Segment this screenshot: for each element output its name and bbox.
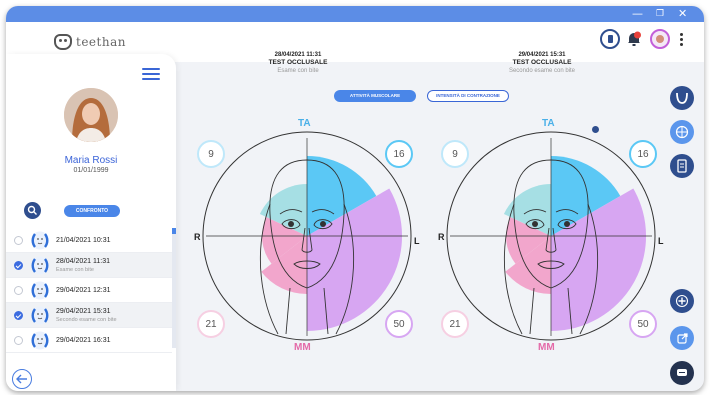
close-icon[interactable]: ✕ (678, 7, 687, 21)
add-icon (675, 294, 689, 308)
value-top-right: 16 (385, 140, 413, 168)
exam-checkbox[interactable] (14, 336, 23, 345)
patient-name: Maria Rossi (64, 155, 118, 166)
exam-date: 29/04/2021 15:31 (56, 308, 111, 315)
exam-date: 29/04/2021 12:31 (56, 287, 111, 294)
ta-label: TA (542, 118, 555, 129)
test-name: TEST OCCLUSALE (268, 59, 328, 66)
report-button[interactable] (670, 154, 694, 178)
arrow-left-icon (16, 374, 27, 384)
exam-date: 28/04/2021 11:31 (56, 258, 110, 265)
occlusion-icon (31, 231, 49, 250)
occlusion-icon (31, 256, 49, 275)
contraction-intensity-toggle[interactable]: INTENSITÀ DI CONTRAZIONE (427, 90, 509, 102)
teethan-logo-icon (54, 34, 72, 50)
occlusion-icon (31, 281, 49, 300)
left-side-label: L (658, 236, 664, 246)
compare-button[interactable]: CONFRONTO (64, 205, 120, 217)
exam-list-item[interactable]: 29/04/2021 12:31 (6, 278, 172, 303)
alarm-icon[interactable] (624, 29, 644, 49)
globe-button[interactable] (670, 120, 694, 144)
search-button[interactable] (24, 202, 41, 219)
app-logo: teethan (54, 34, 126, 50)
exam-date: 21/04/2021 10:31 (56, 237, 111, 244)
menu-icon[interactable] (142, 68, 160, 80)
battery-icon[interactable] (600, 29, 620, 49)
muscle-sectors (503, 156, 647, 331)
exam-description: Esame con bite (277, 68, 319, 74)
right-panel-header: 29/04/2021 15:31 TEST OCCLUSALE Secondo … (472, 52, 612, 74)
exam-description: Secondo esame con bite (508, 68, 576, 74)
value-bottom-left: 21 (197, 310, 225, 338)
right-side-label: R (438, 232, 445, 242)
left-muscle-chart: TA MM R L 9 16 21 50 (182, 104, 432, 354)
test-name: TEST OCCLUSALE (512, 59, 572, 66)
maximize-icon[interactable]: ❐ (656, 7, 664, 21)
left-panel-header: 28/04/2021 11:31 TEST OCCLUSALE Esame co… (228, 52, 368, 74)
chat-button[interactable] (670, 361, 694, 385)
app-window: — ❐ ✕ teethan Maria Rossi 01/01/1999 CON… (6, 6, 704, 391)
exam-checkbox[interactable] (14, 261, 23, 270)
mm-label: MM (538, 342, 555, 353)
mm-label: MM (294, 342, 311, 353)
exam-checkbox[interactable] (14, 311, 23, 320)
occlusion-icon (31, 331, 49, 350)
user-avatar-icon[interactable] (650, 29, 670, 49)
report-icon (677, 159, 687, 173)
right-muscle-chart: TA MM R L 9 16 21 50 (426, 104, 676, 354)
window-titlebar: — ❐ ✕ (6, 6, 704, 22)
exam-list: 21/04/2021 10:31 28/04/2021 11:31 Esame co… (6, 228, 172, 353)
exam-list-item[interactable]: 21/04/2021 10:31 (6, 228, 172, 253)
patient-sidebar: Maria Rossi 01/01/1999 CONFRONTO 21/04/2… (6, 54, 176, 391)
share-icon (676, 332, 688, 344)
exam-date: 28/04/2021 11:31 (274, 52, 322, 58)
exam-note: Secondo esame con bite (56, 317, 117, 323)
value-bottom-left: 21 (441, 310, 469, 338)
patient-avatar (64, 88, 118, 142)
exam-date: 29/04/2021 15:31 (518, 52, 566, 58)
exam-list-item[interactable]: 29/04/2021 16:31 (6, 328, 172, 353)
add-button[interactable] (670, 289, 694, 313)
exam-list-scrollbar[interactable] (172, 228, 176, 348)
chat-icon (677, 369, 687, 376)
ta-label: TA (298, 118, 311, 129)
more-vertical-icon[interactable] (676, 29, 686, 49)
value-top-left: 9 (197, 140, 225, 168)
minimize-icon[interactable]: — (632, 7, 643, 21)
logo-text: teethan (76, 35, 126, 49)
value-top-left: 9 (441, 140, 469, 168)
globe-icon (675, 125, 689, 139)
share-button[interactable] (670, 326, 694, 350)
muscle-sectors (259, 156, 403, 331)
occlusion-icon (31, 306, 49, 325)
exam-note: Esame con bite (56, 267, 94, 273)
search-icon (27, 205, 37, 215)
muscle-activity-toggle[interactable]: ATTIVITÀ MUSCOLARE (334, 90, 416, 102)
tooth-scan-button[interactable] (670, 86, 694, 110)
value-top-right: 16 (629, 140, 657, 168)
patient-dob: 01/01/1999 (73, 167, 109, 174)
value-bottom-right: 50 (385, 310, 413, 338)
back-button[interactable] (12, 369, 32, 389)
value-bottom-right: 50 (629, 310, 657, 338)
exam-date: 29/04/2021 16:31 (56, 337, 111, 344)
left-side-label: L (414, 236, 420, 246)
exam-list-item[interactable]: 28/04/2021 11:31 Esame con bite (6, 253, 172, 278)
tooth-scan-icon (676, 92, 688, 104)
right-side-label: R (194, 232, 201, 242)
info-icon[interactable] (592, 126, 599, 133)
exam-checkbox[interactable] (14, 236, 23, 245)
exam-checkbox[interactable] (14, 286, 23, 295)
exam-list-item[interactable]: 29/04/2021 15:31 Secondo esame con bite (6, 303, 172, 328)
